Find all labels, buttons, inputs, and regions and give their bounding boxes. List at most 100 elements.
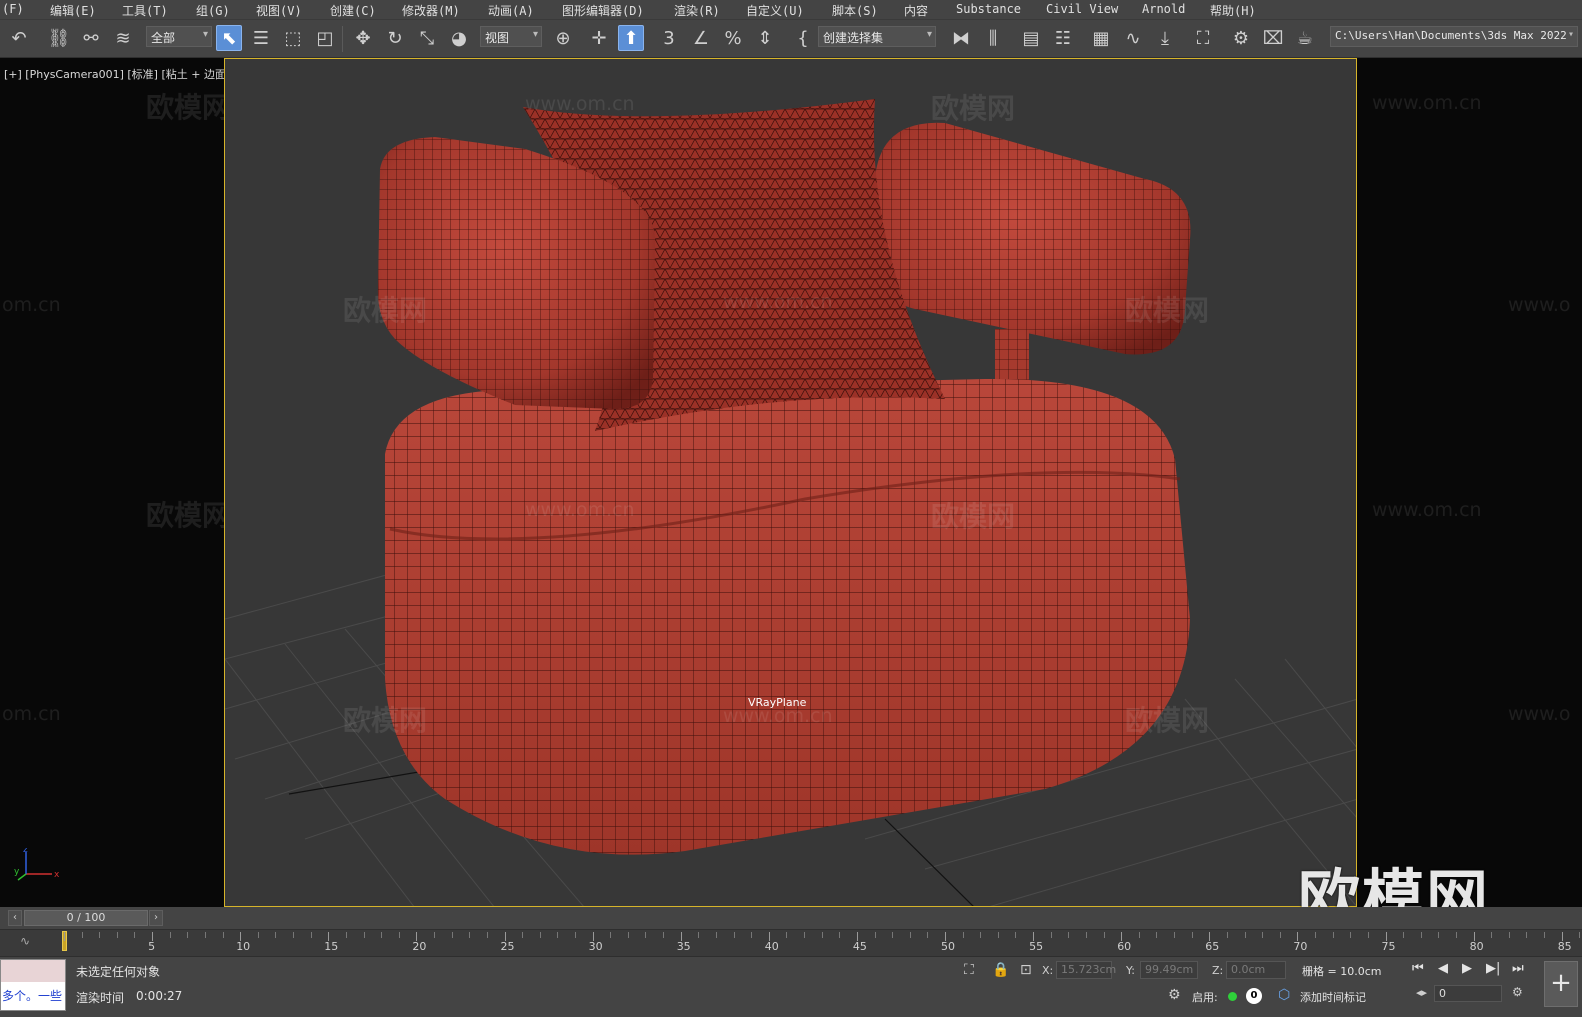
selection-status: 未选定任何对象 xyxy=(76,965,161,979)
time-slider[interactable]: 0 / 100 xyxy=(24,910,148,926)
camera-safe-frame[interactable]: www.om.cn 欧模网 欧模网 www.om.cn 欧模网 www.om.c… xyxy=(224,58,1357,907)
add-time-tag[interactable]: 添加时间标记 xyxy=(1300,989,1366,1005)
selection-lock-icon[interactable]: 🔒 xyxy=(992,962,1009,978)
spinner-snap-icon[interactable]: ⇕ xyxy=(752,25,778,51)
ribbon-icon[interactable]: ▦ xyxy=(1088,25,1114,51)
timeline-tick-label: 10 xyxy=(236,940,251,953)
track-bar[interactable]: ∿ 5 10 15 20 25 30 35 40 45 50 55 60 65 70 75 80 85 xyxy=(0,929,1582,957)
render-icon[interactable]: ☕ xyxy=(1292,25,1318,51)
y-coord-field[interactable]: 99.49cm xyxy=(1140,961,1198,979)
window-crossing-icon[interactable]: ◰ xyxy=(312,25,338,51)
x-coord-field[interactable]: 15.723cm xyxy=(1056,961,1116,979)
timeline-tick xyxy=(1156,932,1158,938)
angle-snap-icon[interactable]: ∠ xyxy=(688,25,714,51)
scale-icon[interactable]: ⤡ xyxy=(414,25,440,51)
align-icon[interactable]: ⫼ xyxy=(980,25,1006,51)
watermark: 欧模网 xyxy=(1125,704,1210,737)
prev-frame-arrow-icon[interactable]: ‹ xyxy=(8,910,22,926)
key-mode-icon[interactable]: ◂▸ xyxy=(1416,986,1427,999)
menu-graph-editors[interactable]: 图形编辑器(D) xyxy=(562,2,644,19)
z-coord-label: Z: xyxy=(1212,964,1224,977)
timeline-tick-label: 40 xyxy=(764,940,779,953)
project-path-dropdown[interactable]: C:\Users\Han\Documents\3ds Max 2022 ▾ xyxy=(1330,26,1578,47)
timeline-tick xyxy=(1403,932,1405,938)
curve-editor-mini-icon[interactable]: ∿ xyxy=(20,934,30,948)
absolute-mode-icon[interactable]: ⊡ xyxy=(1020,962,1032,978)
move-icon[interactable]: ✥ xyxy=(350,25,376,51)
rect-region-icon[interactable]: ⬚ xyxy=(280,25,306,51)
timeline-tick xyxy=(909,932,911,938)
rotate-icon[interactable]: ↻ xyxy=(382,25,408,51)
timeline-tick xyxy=(574,932,576,938)
mirror-icon[interactable]: ⧓ xyxy=(948,25,974,51)
pivot-icon[interactable]: ⊕ xyxy=(550,25,576,51)
link-icon[interactable]: ⛓ xyxy=(46,25,72,51)
z-coord-field[interactable]: 0.0cm xyxy=(1226,961,1286,979)
maxscript-listener[interactable]: 多个。一些 xyxy=(0,959,66,1011)
current-frame-field[interactable]: 0 xyxy=(1434,985,1502,1002)
timeline-tick xyxy=(345,932,347,938)
chevron-down-icon: ▾ xyxy=(1567,29,1574,40)
keyboard-shortcut-toggle-icon[interactable]: ⬆ xyxy=(618,25,644,51)
menu-content[interactable]: 内容 xyxy=(904,2,928,19)
menu-animation[interactable]: 动画(A) xyxy=(488,2,534,19)
enabled-label: 启用: xyxy=(1192,991,1218,1004)
time-config-icon[interactable]: ⚙ xyxy=(1512,985,1523,999)
curve-editor-icon[interactable]: ∿ xyxy=(1120,25,1146,51)
layers-icon[interactable]: ☷ xyxy=(1050,25,1076,51)
watermark: www.o xyxy=(1508,294,1571,316)
undo-icon[interactable]: ↶ xyxy=(6,25,32,51)
timeline-tick xyxy=(1050,932,1052,938)
main-toolbar: ↶ ⛓ ⚯ ≋ 全部 ▾ ⬉ ☰ ⬚ ◰ ✥ ↻ ⤡ ◕ 视图 ▾ ⊕ ✛ ⬆ 3 … xyxy=(0,20,1582,58)
time-tag-icon[interactable]: ⬡ xyxy=(1278,987,1290,1003)
menu-edit[interactable]: 编辑(E) xyxy=(50,2,96,19)
add-viewport-button[interactable]: + xyxy=(1544,961,1578,1007)
menu-rendering[interactable]: 渲染(R) xyxy=(674,2,720,19)
named-selection-dropdown[interactable]: 创建选择集 ▾ xyxy=(818,26,936,47)
menu-tools[interactable]: 工具(T) xyxy=(122,2,168,19)
bind-spacewarp-icon[interactable]: ≋ xyxy=(110,25,136,51)
go-to-end-icon[interactable]: ⏭ xyxy=(1512,961,1524,976)
place-icon[interactable]: ◕ xyxy=(446,25,472,51)
next-frame-arrow-icon[interactable]: › xyxy=(149,910,163,926)
menu-arnold[interactable]: Arnold xyxy=(1142,2,1185,16)
viewport-label[interactable]: [+] [PhysCamera001] [标准] [粘土 + 边面] xyxy=(4,66,230,82)
menu-scripting[interactable]: 脚本(S) xyxy=(832,2,878,19)
scene-explorer-icon[interactable]: ▤ xyxy=(1018,25,1044,51)
render-setup-icon[interactable]: ⚙ xyxy=(1228,25,1254,51)
select-object-icon[interactable]: ⬉ xyxy=(216,25,242,51)
menu-substance[interactable]: Substance xyxy=(956,2,1021,16)
timeline-tick xyxy=(1332,932,1334,938)
play-icon[interactable]: ▶ xyxy=(1462,961,1472,976)
dope-sheet-icon[interactable]: ⤓ xyxy=(1152,25,1178,51)
menu-views[interactable]: 视图(V) xyxy=(256,2,302,19)
menu-group[interactable]: 组(G) xyxy=(196,2,230,19)
select-manipulate-icon[interactable]: ✛ xyxy=(586,25,612,51)
selection-filter-dropdown[interactable]: 全部 ▾ xyxy=(146,26,212,47)
unlink-icon[interactable]: ⚯ xyxy=(78,25,104,51)
schematic-view-icon[interactable]: ⛶ xyxy=(1190,25,1216,51)
menu-help[interactable]: 帮助(H) xyxy=(1210,2,1256,19)
percent-snap-icon[interactable]: % xyxy=(720,25,746,51)
timeline-tick-label: 60 xyxy=(1117,940,1132,953)
select-by-name-icon[interactable]: ☰ xyxy=(248,25,274,51)
menu-create[interactable]: 创建(C) xyxy=(330,2,376,19)
timeline-tick xyxy=(1138,932,1140,938)
go-to-start-icon[interactable]: ⏮ xyxy=(1412,961,1424,976)
snaps-toggle-icon[interactable]: 3 xyxy=(656,25,682,51)
reference-coord-dropdown[interactable]: 视图 ▾ xyxy=(480,26,542,47)
menu-file[interactable]: (F) xyxy=(2,2,24,16)
menu-modifiers[interactable]: 修改器(M) xyxy=(402,2,460,19)
rendered-frame-window-icon[interactable]: ⌧ xyxy=(1260,25,1286,51)
adaptive-degradation-icon[interactable]: ⚙ xyxy=(1168,987,1181,1003)
timeline-tick xyxy=(310,932,312,938)
previous-frame-icon[interactable]: ◀ xyxy=(1438,961,1448,976)
timeline-tick xyxy=(1438,932,1440,938)
menu-civil-view[interactable]: Civil View xyxy=(1046,2,1118,16)
named-selection-value: 创建选择集 xyxy=(823,31,884,45)
listener-input[interactable] xyxy=(1,960,65,982)
edit-named-selection-icon[interactable]: { xyxy=(790,25,816,51)
menu-customize[interactable]: 自定义(U) xyxy=(746,2,804,19)
next-frame-icon[interactable]: ▶| xyxy=(1486,961,1500,976)
isolate-selection-icon[interactable]: ⛶ xyxy=(964,962,974,978)
